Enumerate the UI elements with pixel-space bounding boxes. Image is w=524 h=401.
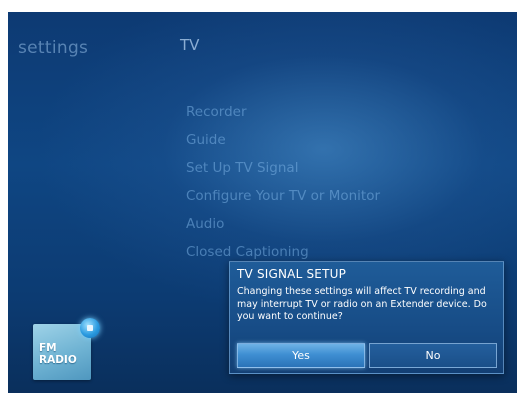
section-title: settings [18, 38, 89, 58]
menu-item-audio[interactable]: Audio [186, 210, 380, 238]
menu-item-recorder[interactable]: Recorder [186, 98, 380, 126]
media-center-screen: settings TV Recorder Guide Set Up TV Sig… [8, 12, 517, 393]
now-playing-tile[interactable]: FM RADIO [33, 318, 100, 380]
no-button[interactable]: No [369, 343, 497, 368]
tv-signal-setup-dialog: TV SIGNAL SETUP Changing these settings … [229, 261, 504, 374]
now-playing-label-line1: FM [39, 342, 57, 354]
now-playing-label-line2: RADIO [39, 354, 77, 366]
stop-icon [80, 318, 100, 338]
dialog-message: Changing these settings will affect TV r… [237, 286, 487, 322]
settings-menu: Recorder Guide Set Up TV Signal Configur… [186, 98, 380, 266]
dialog-title: TV SIGNAL SETUP [237, 267, 347, 281]
yes-button[interactable]: Yes [237, 343, 365, 368]
menu-item-guide[interactable]: Guide [186, 126, 380, 154]
now-playing-label: FM RADIO [39, 342, 79, 366]
page-title: TV [180, 36, 200, 54]
menu-item-configure-tv-monitor[interactable]: Configure Your TV or Monitor [186, 182, 380, 210]
menu-item-set-up-tv-signal[interactable]: Set Up TV Signal [186, 154, 380, 182]
